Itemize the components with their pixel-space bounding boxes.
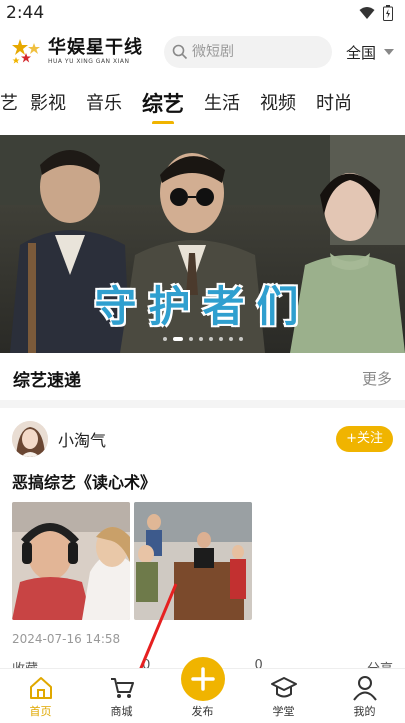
tab-variety[interactable]: 综艺 [132, 87, 194, 121]
username[interactable]: 小淘气 [58, 427, 106, 451]
category-tabs: 艺 影视 音乐 综艺 生活 视频 时尚 [0, 84, 405, 124]
app-logo[interactable]: 华娱星干线 HUA YU XING GAN XIAN [10, 37, 150, 67]
search-box[interactable] [164, 36, 332, 68]
plus-icon [190, 667, 215, 691]
section-header: 综艺速递 更多 [0, 356, 405, 400]
status-icons [359, 5, 393, 21]
nav-label: 我的 [353, 705, 376, 718]
post-image[interactable] [134, 502, 252, 620]
post-image-art [134, 502, 252, 620]
avatar-image [12, 421, 48, 457]
carousel-dot[interactable] [162, 337, 167, 341]
status-bar: 2:44 [0, 0, 405, 26]
nav-mine[interactable]: 我的 [335, 675, 395, 719]
wifi-icon [359, 7, 375, 19]
battery-icon [383, 5, 393, 21]
carousel-dot[interactable] [198, 337, 203, 341]
carousel-dot[interactable] [188, 337, 193, 341]
region-label: 全国 [346, 43, 377, 62]
carousel-dot[interactable] [208, 337, 213, 341]
cart-icon [110, 678, 134, 698]
post-card[interactable]: 小淘气 +关注 恶搞综艺《读心术》 2024-07-16 14:58 收藏 0 … [0, 408, 405, 672]
carousel-dots [0, 337, 405, 341]
home-icon [29, 677, 52, 699]
post-timestamp: 2024-07-16 14:58 [12, 632, 121, 646]
more-link[interactable]: 更多 [362, 368, 392, 389]
tab-music[interactable]: 音乐 [76, 87, 132, 121]
tab-fashion[interactable]: 时尚 [306, 87, 362, 121]
carousel-dot[interactable] [238, 337, 243, 341]
graduation-cap-icon [270, 677, 297, 698]
region-selector[interactable]: 全国 [346, 42, 395, 63]
carousel-dot[interactable] [218, 337, 223, 341]
post-title[interactable]: 恶搞综艺《读心术》 [12, 472, 393, 494]
logo-title: 华娱星干线 [48, 37, 143, 58]
section-title: 综艺速递 [13, 370, 81, 391]
nav-school[interactable]: 学堂 [254, 675, 314, 719]
tab-life[interactable]: 生活 [194, 87, 250, 121]
nav-label: 学堂 [272, 705, 295, 718]
stars-logo-icon [12, 39, 40, 64]
status-time: 2:44 [6, 3, 45, 23]
app-header: 华娱星干线 HUA YU XING GAN XIAN 全国 [0, 30, 405, 74]
carousel-dot[interactable] [228, 337, 233, 341]
avatar[interactable] [12, 421, 48, 457]
follow-button[interactable]: +关注 [336, 426, 393, 452]
search-icon [172, 44, 188, 60]
nav-publish[interactable]: 发布 [173, 657, 233, 719]
publish-button[interactable] [180, 657, 225, 701]
chevron-down-icon [384, 49, 395, 55]
banner-title: 守护者们 [94, 282, 311, 331]
search-input[interactable] [192, 44, 312, 60]
section-divider [0, 400, 405, 408]
post-images [12, 502, 393, 620]
tab-video[interactable]: 视频 [250, 87, 306, 121]
post-image[interactable] [12, 502, 130, 620]
nav-label: 首页 [29, 705, 52, 718]
post-author: 小淘气 +关注 [12, 408, 393, 470]
nav-label: 发布 [191, 705, 214, 718]
bottom-nav: 首页 商城 发布 学堂 我的 [0, 657, 405, 723]
nav-label: 商城 [110, 705, 133, 718]
banner-carousel[interactable]: 守护者们 [0, 135, 405, 353]
tab-film[interactable]: 影视 [20, 87, 76, 121]
carousel-dot-active[interactable] [172, 337, 183, 341]
logo-subtitle: HUA YU XING GAN XIAN [48, 58, 130, 65]
tab-partial[interactable]: 艺 [0, 87, 18, 121]
user-icon [352, 676, 377, 701]
post-image-art [12, 502, 130, 620]
nav-home[interactable]: 首页 [11, 675, 71, 719]
nav-mall[interactable]: 商城 [92, 675, 152, 719]
